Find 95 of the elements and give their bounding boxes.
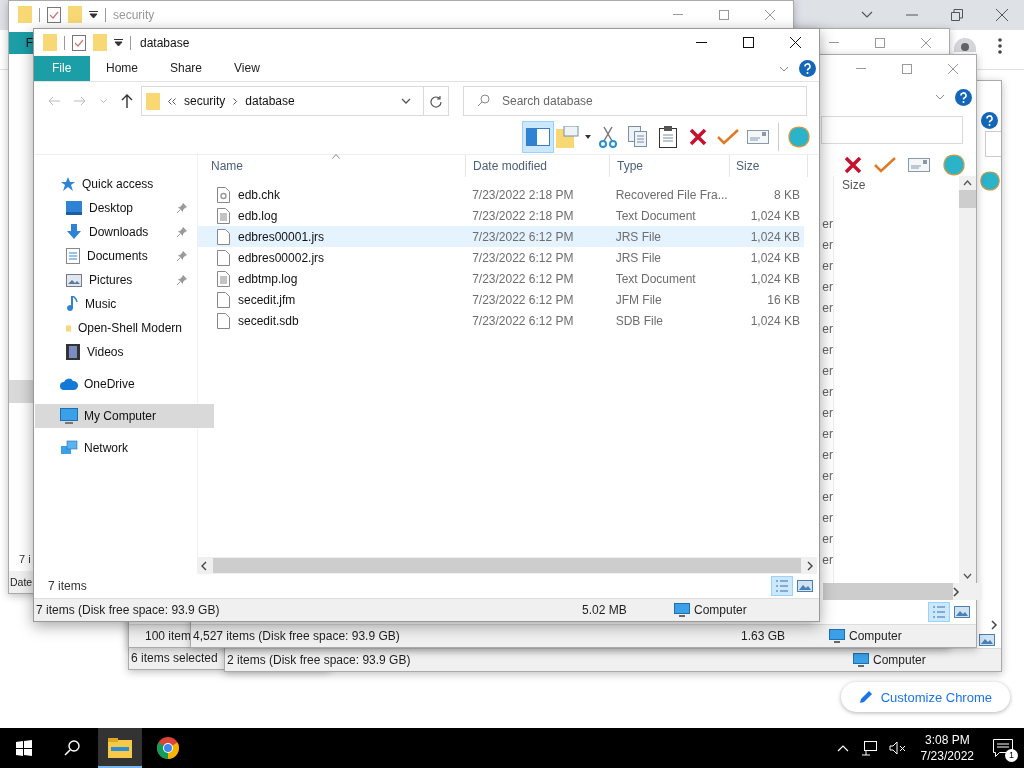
search-field[interactable]: Search database	[463, 86, 807, 116]
type-cell-text: JRS File	[614, 250, 662, 265]
breadcrumb[interactable]: database	[245, 94, 295, 108]
type-cell-text: JRS File	[614, 229, 662, 244]
sidebar-item[interactable]: Network	[34, 436, 197, 460]
status-location: Computer	[873, 653, 926, 667]
status-text: 100 item	[144, 629, 192, 643]
ribbon-tab[interactable]: F	[9, 32, 33, 54]
sidebar-item[interactable]: Desktop	[34, 196, 197, 220]
date-cell-text: 7/23/2022 6:12 PM	[471, 292, 575, 307]
ribbon-tab[interactable]: Home	[90, 56, 154, 81]
file-row[interactable]: secedit.sdb 7/23/2022 6:12 PM SDB File 1,024 KB	[198, 310, 804, 331]
file-name: edbtmp.log	[238, 271, 298, 286]
cell-text: er	[822, 426, 833, 443]
cell-text: er	[822, 531, 833, 548]
size-cell-text: 1,024 KB	[749, 271, 801, 286]
cell-text: er	[822, 447, 833, 464]
status-location: Computer	[849, 629, 902, 643]
file-name: edb.chk	[238, 187, 281, 202]
file-row[interactable]: edb.log 7/23/2022 2:18 PM Text Document 1,024 KB	[198, 205, 804, 226]
file-row[interactable]: edbtmp.log 7/23/2022 6:12 PM Text Document 1,024 KB	[198, 268, 804, 289]
type-cell-text: Recovered File Fra...	[614, 187, 729, 202]
cell-text: er	[822, 405, 833, 422]
customize-chrome-button[interactable]: Customize Chrome	[840, 682, 1010, 712]
status-size: 1.63 GB	[741, 629, 787, 643]
size-cell-text: 1,024 KB	[749, 208, 801, 223]
cell-text: er	[822, 342, 833, 359]
column-header[interactable]: Name	[198, 155, 466, 177]
clock-date[interactable]: 7/23/2022	[920, 748, 974, 764]
file-name: edbres00002.jrs	[238, 250, 325, 265]
sidebar-item[interactable]: Open-Shell Modern	[34, 316, 197, 340]
sidebar-item[interactable]: Music	[34, 292, 197, 316]
date-cell-text: 7/23/2022 6:12 PM	[471, 271, 575, 286]
sidebar-item[interactable]: Videos	[34, 340, 197, 364]
cell-text: er	[822, 321, 833, 338]
file-name: secedit.jfm	[238, 292, 296, 307]
size-cell-text: 1,024 KB	[749, 250, 801, 265]
date-cell-text: 7/23/2022 6:12 PM	[471, 313, 575, 328]
type-cell-text: Text Document	[614, 208, 697, 223]
sidebar-item[interactable]: Pictures	[34, 268, 197, 292]
status-text: 6 items selected	[131, 651, 218, 665]
size-cell-text: 1,024 KB	[749, 229, 801, 244]
sidebar-item[interactable]: Documents	[34, 244, 197, 268]
cell-text: er	[822, 300, 833, 317]
cell-text: er	[822, 468, 833, 485]
address-bar[interactable]: security database	[141, 86, 449, 116]
item-count: 7 items	[48, 579, 87, 593]
cell-text: er	[822, 510, 833, 527]
sidebar-item[interactable]: Quick access	[34, 172, 197, 196]
size-cell-text: 16 KB	[766, 292, 801, 307]
cell-text: er	[822, 258, 833, 275]
ribbon-tab[interactable]: Share	[154, 56, 219, 81]
cell-text: er	[822, 363, 833, 380]
sidebar-item[interactable]: OneDrive	[34, 372, 197, 396]
column-header[interactable]: Type	[610, 155, 730, 177]
clock-time[interactable]: 3:08 PM	[924, 732, 970, 748]
status-text: 4,527 items (Disk free space: 93.9 GB)	[193, 629, 401, 643]
file-row[interactable]: edbres00001.jrs 7/23/2022 6:12 PM JRS File 1,024 KB	[198, 226, 804, 247]
notification-badge: 1	[1005, 749, 1018, 762]
item-count: 7 i	[18, 553, 31, 567]
status-text: 7 items (Disk free space: 93.9 GB)	[36, 603, 221, 617]
date-cell-text: 7/23/2022 2:18 PM	[471, 187, 575, 202]
file-name: edbres00001.jrs	[238, 229, 325, 244]
cell-text: er	[822, 384, 833, 401]
sidebar-item[interactable]: Downloads	[34, 220, 197, 244]
file-row[interactable]: edb.chk 7/23/2022 2:18 PM Recovered File Fra... 8 KB	[198, 184, 804, 205]
status-size: 5.02 MB	[582, 603, 628, 617]
sidebar-item[interactable]: My Computer	[35, 404, 214, 428]
date-cell-text: 7/23/2022 2:18 PM	[471, 208, 575, 223]
date-cell-text: 7/23/2022 6:12 PM	[471, 229, 575, 244]
cell-text: er	[822, 279, 833, 296]
cell-text: er	[822, 237, 833, 254]
file-name: secedit.sdb	[238, 313, 299, 328]
type-cell-text: JFM File	[614, 292, 663, 307]
type-cell-text: SDB File	[614, 313, 664, 328]
date-cell-text: 7/23/2022 6:12 PM	[471, 250, 575, 265]
size-cell-text: 1,024 KB	[749, 313, 801, 328]
size-cell-text: 8 KB	[773, 187, 801, 202]
column-header[interactable]: Date modified	[466, 155, 610, 177]
file-row[interactable]: edbres00002.jrs 7/23/2022 6:12 PM JRS File 1,024 KB	[198, 247, 804, 268]
cell-text: er	[822, 489, 833, 506]
status-text: 2 items (Disk free space: 93.9 GB)	[227, 653, 412, 667]
column-header: Date	[10, 576, 33, 588]
column-header[interactable]: Size	[834, 176, 959, 194]
file-name: edb.log	[238, 208, 278, 223]
ribbon-tab[interactable]: View	[218, 56, 276, 81]
window-title: security	[113, 7, 155, 22]
file-row[interactable]: secedit.jfm 7/23/2022 6:12 PM JFM File 16 KB	[198, 289, 804, 310]
column-header[interactable]: Size	[730, 155, 808, 177]
type-cell-text: Text Document	[614, 271, 697, 286]
cell-text: er	[822, 552, 833, 569]
window-title: database	[140, 35, 190, 50]
cell-text: er	[822, 216, 833, 233]
status-location: Computer	[694, 603, 747, 617]
breadcrumb[interactable]: security	[184, 94, 226, 108]
